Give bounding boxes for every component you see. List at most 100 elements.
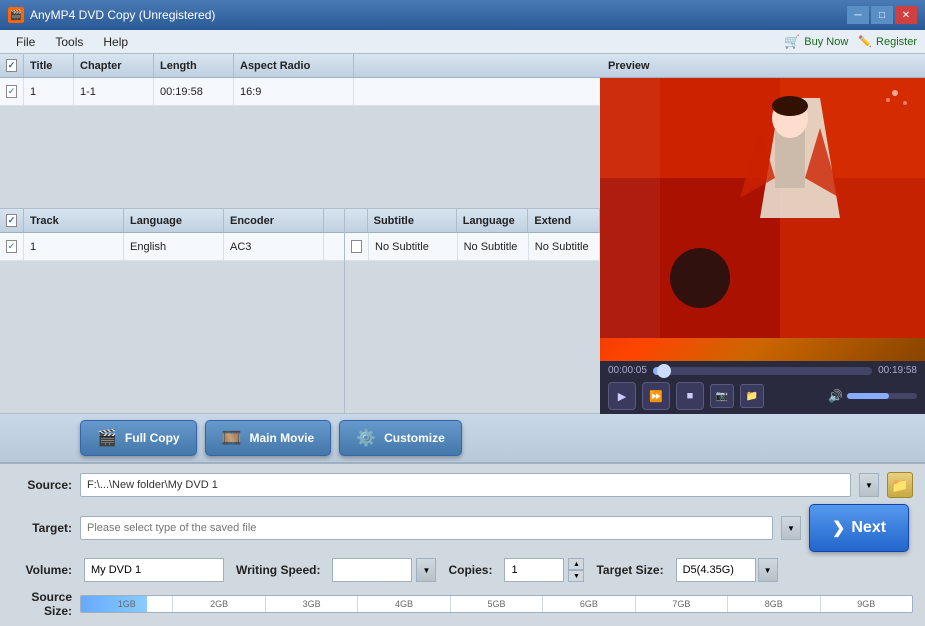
volume-fill — [847, 393, 889, 399]
volume-section: 🔊 — [828, 389, 917, 403]
copies-input[interactable] — [504, 558, 564, 582]
size-tick-1gb: 1GB — [81, 596, 172, 612]
table-row[interactable]: 1 1-1 00:19:58 16:9 — [0, 78, 600, 106]
target-input[interactable] — [80, 516, 773, 540]
copies-wrap: ▲ ▼ — [504, 558, 584, 582]
size-tick-7gb: 7GB — [635, 596, 727, 612]
target-label: Target: — [12, 521, 72, 535]
preview-video — [600, 78, 925, 361]
window-controls: ─ □ ✕ — [847, 6, 917, 24]
title-check-all[interactable] — [6, 59, 17, 72]
source-folder-button[interactable]: 📁 — [887, 472, 913, 498]
menu-file[interactable]: File — [8, 33, 43, 51]
volume-input[interactable] — [84, 558, 224, 582]
audio-checkbox[interactable] — [6, 240, 17, 253]
target-row: Target: ▼ ❯ Next — [12, 504, 913, 552]
size-tick-6gb: 6GB — [542, 596, 634, 612]
writing-speed-label: Writing Speed: — [236, 563, 320, 577]
main-movie-icon: 🎞️ — [222, 428, 242, 448]
full-copy-button[interactable]: 🎬 Full Copy — [80, 420, 197, 456]
writing-speed-input[interactable] — [332, 558, 412, 582]
source-dropdown-button[interactable]: ▼ — [859, 473, 879, 497]
row-aspect: 16:9 — [234, 78, 354, 105]
play-button[interactable]: ▶ — [608, 382, 636, 410]
menu-help[interactable]: Help — [95, 33, 136, 51]
buy-now-button[interactable]: 🛒 Buy Now — [784, 34, 848, 50]
subtitle-row-name: No Subtitle — [369, 233, 458, 260]
volume-row: Volume: Writing Speed: ▼ Copies: ▲ ▼ Tar… — [12, 558, 913, 582]
subtitle-row-extend: No Subtitle — [529, 233, 600, 260]
row-check[interactable] — [0, 78, 24, 105]
writing-speed-wrap: ▼ — [332, 558, 436, 582]
stop-button[interactable]: ■ — [676, 382, 704, 410]
aspect-header: Aspect Radio — [234, 54, 354, 77]
source-row: Source: ▼ 📁 — [12, 472, 913, 498]
audio-row-track: 1 — [24, 233, 124, 260]
audio-row[interactable]: 1 English AC3 — [0, 233, 344, 261]
sub-language-header: Language — [457, 209, 529, 232]
chapter-header: Chapter — [74, 54, 154, 77]
full-copy-icon: 🎬 — [97, 428, 117, 448]
audio-row-check[interactable] — [0, 233, 24, 260]
target-size-dropdown-button[interactable]: ▼ — [758, 558, 778, 582]
maximize-button[interactable]: □ — [871, 6, 893, 24]
content-area: Title Chapter Length Aspect Radio 1 1-1 … — [0, 54, 925, 414]
audio-row-encoder: AC3 — [224, 233, 324, 260]
title-bar-left: 🎬 AnyMP4 DVD Copy (Unregistered) — [8, 7, 215, 23]
screenshot-button[interactable]: 📷 — [710, 384, 734, 408]
target-size-input[interactable] — [676, 558, 756, 582]
source-size-row: Source Size: 1GB 2GB 3GB 4GB 5GB 6GB 7GB… — [12, 590, 913, 618]
audio-check-all[interactable] — [6, 214, 17, 227]
subtitle-row-language: No Subtitle — [458, 233, 529, 260]
target-size-label: Target Size: — [596, 563, 663, 577]
copies-up-button[interactable]: ▲ — [568, 558, 584, 570]
close-button[interactable]: ✕ — [895, 6, 917, 24]
title-bar: 🎬 AnyMP4 DVD Copy (Unregistered) ─ □ ✕ — [0, 0, 925, 30]
menu-tools[interactable]: Tools — [47, 33, 91, 51]
speed-dropdown-button[interactable]: ▼ — [416, 558, 436, 582]
target-dropdown-button[interactable]: ▼ — [781, 516, 801, 540]
window-title: AnyMP4 DVD Copy (Unregistered) — [30, 8, 215, 22]
progress-thumb[interactable] — [657, 364, 671, 378]
source-input[interactable] — [80, 473, 851, 497]
time-end: 00:19:58 — [878, 365, 917, 376]
subtitle-check-header — [345, 209, 368, 232]
register-icon: ✏️ — [858, 35, 872, 48]
copies-label: Copies: — [448, 563, 492, 577]
buy-register-section: 🛒 Buy Now ✏️ Register — [784, 34, 917, 50]
title-table: Title Chapter Length Aspect Radio 1 1-1 … — [0, 54, 600, 209]
row-checkbox[interactable] — [6, 85, 17, 98]
cart-icon: 🛒 — [784, 34, 800, 50]
size-tick-9gb: 9GB — [820, 596, 912, 612]
source-size-label: Source Size: — [12, 590, 72, 618]
size-tick-4gb: 4GB — [357, 596, 449, 612]
main-movie-button[interactable]: 🎞️ Main Movie — [205, 420, 332, 456]
audio-table-header: Track Language Encoder — [0, 209, 344, 233]
progress-bar-container: 00:00:05 00:19:58 — [608, 365, 917, 376]
bottom-form: Source: ▼ 📁 Target: ▼ ❯ Next Volume: Wri… — [0, 464, 925, 626]
volume-track[interactable] — [847, 393, 917, 399]
progress-track[interactable] — [653, 367, 872, 375]
subtitle-row[interactable]: No Subtitle No Subtitle No Subtitle — [345, 233, 600, 261]
volume-label: Volume: — [12, 563, 72, 577]
media-buttons: ▶ ⏩ ■ 📷 📁 🔊 — [608, 382, 917, 410]
customize-icon: ⚙️ — [356, 428, 376, 448]
folder-button[interactable]: 📁 — [740, 384, 764, 408]
title-check-header — [0, 54, 24, 77]
subtitle-checkbox[interactable] — [351, 240, 362, 253]
next-arrow-icon: ❯ — [832, 518, 845, 538]
subtitle-table: Subtitle Language Extend No Subtitle No … — [345, 209, 600, 414]
audio-language-header: Language — [124, 209, 224, 232]
subtitle-row-check[interactable] — [345, 233, 369, 260]
tables-area: Title Chapter Length Aspect Radio 1 1-1 … — [0, 54, 600, 414]
time-start: 00:00:05 — [608, 365, 647, 376]
minimize-button[interactable]: ─ — [847, 6, 869, 24]
title-table-header: Title Chapter Length Aspect Radio — [0, 54, 600, 78]
customize-button[interactable]: ⚙️ Customize — [339, 420, 462, 456]
fast-forward-button[interactable]: ⏩ — [642, 382, 670, 410]
copies-down-button[interactable]: ▼ — [568, 570, 584, 582]
subtitle-header: Subtitle — [368, 209, 457, 232]
size-tick-2gb: 2GB — [172, 596, 264, 612]
next-button[interactable]: ❯ Next — [809, 504, 909, 552]
register-button[interactable]: ✏️ Register — [858, 35, 917, 48]
